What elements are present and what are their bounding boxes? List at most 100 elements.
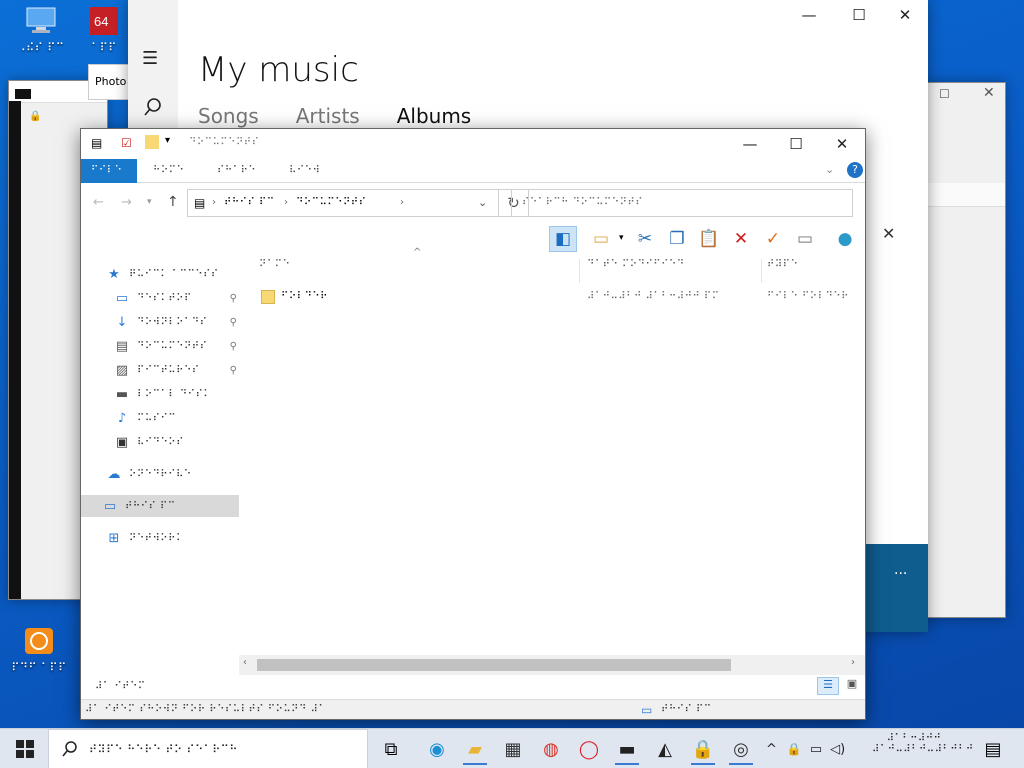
large-icons-view-icon[interactable]: ▣ bbox=[843, 677, 861, 695]
sidebar-item-videos[interactable]: ▣ ⠧⠊⠙⠑⠕⠎ bbox=[81, 431, 239, 453]
chevron-up-icon[interactable]: ^ bbox=[766, 742, 777, 757]
tab-songs[interactable]: Songs bbox=[198, 104, 259, 128]
sidebar-item-label: ⠞⠓⠊⠎ ⠏⠉ bbox=[125, 500, 176, 512]
close-button[interactable]: ✕ bbox=[882, 0, 928, 30]
task-view-icon[interactable]: ⧉ bbox=[374, 733, 408, 765]
cut-icon[interactable]: ✂ bbox=[631, 226, 659, 252]
sidebar-item-onedrive[interactable]: ☁ ⠕⠝⠑⠙⠗⠊⠧⠑ bbox=[81, 463, 239, 485]
pin-icon[interactable]: ⚲ bbox=[230, 317, 237, 328]
local-disk-icon: ▬ bbox=[115, 386, 129, 402]
minimize-button[interactable]: — bbox=[727, 129, 773, 159]
scroll-right-icon[interactable]: › bbox=[851, 657, 855, 668]
checkmark-icon[interactable]: ✓ bbox=[759, 226, 787, 252]
terminal-icon[interactable]: ▬ bbox=[610, 733, 644, 765]
folder-options-icon[interactable]: ▭ bbox=[587, 226, 615, 252]
file-explorer-icon[interactable]: ▰ bbox=[458, 733, 492, 765]
up-arrow-icon[interactable]: ↑ bbox=[167, 194, 179, 210]
sidebar-item-quick-access[interactable]: ★ ⠟⠥⠊⠉⠅ ⠁⠉⠉⠑⠎⠎ bbox=[81, 263, 239, 285]
chevron-down-icon[interactable]: ▾ bbox=[619, 233, 624, 243]
close-icon[interactable]: ✕ bbox=[983, 85, 995, 101]
maximize-button[interactable]: ☐ bbox=[773, 129, 819, 159]
clock[interactable]: ⠼⠁⠃⠒⠼⠚⠚ ⠼⠁⠚⠤⠼⠃⠚⠤⠼⠃⠚⠃⠚ bbox=[872, 733, 973, 755]
pictures-icon: ▨ bbox=[115, 362, 129, 378]
tab-view[interactable]: ⠧⠊⠑⠺ bbox=[279, 159, 330, 183]
more-button[interactable]: ··· bbox=[894, 566, 907, 582]
forward-arrow-icon[interactable]: → bbox=[121, 195, 132, 210]
rename-icon[interactable]: ▭ bbox=[791, 226, 819, 252]
desktop-icon: ▭ bbox=[115, 290, 129, 306]
pin-icon[interactable]: ⚲ bbox=[230, 341, 237, 352]
edge-icon[interactable]: ◉ bbox=[420, 733, 454, 765]
address-bar[interactable]: ▤ › ⠞⠓⠊⠎ ⠏⠉ › ⠙⠕⠉⠥⠍⠑⠝⠞⠎ › ⌄ bbox=[187, 189, 499, 217]
copy-icon[interactable]: ❐ bbox=[663, 226, 691, 252]
details-bar: ⠼⠁ ⠊⠞⠑⠍ ⠎⠓⠕⠺⠝ ⠋⠕⠗ ⠗⠑⠎⠥⠇⠞⠎ ⠋⠕⠥⠝⠙ ⠼⠁ ▭ ⠞⠓⠊… bbox=[81, 699, 865, 719]
table-row[interactable]: ⠋⠕⠇⠙⠑⠗ ⠼⠁⠚⠤⠼⠃⠚ ⠼⠁⠃⠒⠼⠚⠚ ⠏⠍ ⠋⠊⠇⠑ ⠋⠕⠇⠙⠑⠗ bbox=[239, 287, 865, 309]
hamburger-menu-icon[interactable]: ☰ bbox=[142, 48, 158, 69]
search-input[interactable]: ⠎⠑⠁⠗⠉⠓ ⠙⠕⠉⠥⠍⠑⠝⠞⠎ bbox=[511, 189, 853, 217]
chevron-down-icon[interactable]: ⌄ bbox=[825, 163, 834, 176]
chevron-down-icon[interactable]: ⌄ bbox=[478, 196, 487, 209]
documents-icon: ▤ bbox=[194, 196, 206, 210]
tab-home[interactable]: ⠓⠕⠍⠑ bbox=[143, 159, 194, 183]
desktop-icon-pdf[interactable]: ⠏⠙⠋ ⠁⠏⠏ bbox=[4, 626, 74, 674]
lock-app-icon[interactable]: 🔒 bbox=[686, 733, 720, 765]
sidebar-item-documents[interactable]: ▤ ⠙⠕⠉⠥⠍⠑⠝⠞⠎ ⚲ bbox=[81, 335, 239, 357]
maximize-icon[interactable]: ☐ bbox=[939, 87, 950, 101]
checkbox-icon[interactable]: ☑ bbox=[121, 136, 132, 150]
help-icon[interactable]: ? bbox=[847, 162, 863, 178]
column-header-name[interactable]: ⠝⠁⠍⠑ bbox=[259, 259, 290, 283]
paste-icon[interactable]: 📋 bbox=[695, 226, 723, 252]
volume-icon[interactable]: ◁) bbox=[830, 742, 845, 757]
tab-file[interactable]: ⠋⠊⠇⠑ bbox=[81, 159, 137, 183]
store-icon[interactable]: ▦ bbox=[496, 733, 530, 765]
breadcrumb-this-pc[interactable]: ⠞⠓⠊⠎ ⠏⠉ bbox=[224, 197, 275, 208]
start-button[interactable] bbox=[6, 733, 44, 765]
close-icon[interactable]: ✕ bbox=[882, 224, 895, 243]
lock-tray-icon[interactable]: 🔒 bbox=[787, 742, 802, 756]
close-button[interactable]: ✕ bbox=[819, 129, 865, 159]
sidebar-item-downloads[interactable]: ↓ ⠙⠕⠺⠝⠇⠕⠁⠙⠎ ⚲ bbox=[81, 311, 239, 333]
shell-icon[interactable]: ● bbox=[831, 226, 859, 252]
scrollbar-thumb[interactable] bbox=[257, 659, 731, 671]
breadcrumb-documents[interactable]: ⠙⠕⠉⠥⠍⠑⠝⠞⠎ bbox=[296, 197, 366, 208]
tab-artists[interactable]: Artists bbox=[296, 104, 360, 128]
chevron-down-icon[interactable]: ▾ bbox=[165, 135, 170, 146]
media-player-icon[interactable]: ◎ bbox=[724, 733, 758, 765]
column-header-date-modified[interactable]: ⠙⠁⠞⠑ ⠍⠕⠙⠊⠋⠊⠑⠙ bbox=[587, 259, 685, 283]
scroll-left-icon[interactable]: ‹ bbox=[243, 657, 247, 668]
delete-icon[interactable]: ✕ bbox=[727, 226, 755, 252]
chrome-icon[interactable]: ◍ bbox=[534, 733, 568, 765]
sidebar-item-music[interactable]: ♪ ⠍⠥⠎⠊⠉ bbox=[81, 407, 239, 429]
maximize-button[interactable]: ☐ bbox=[836, 0, 882, 30]
horizontal-scrollbar[interactable]: ‹ › bbox=[239, 655, 865, 675]
breadcrumb-separator-icon: › bbox=[284, 197, 288, 208]
sidebar-item-pictures[interactable]: ▨ ⠏⠊⠉⠞⠥⠗⠑⠎ ⚲ bbox=[81, 359, 239, 381]
tab-albums[interactable]: Albums bbox=[397, 104, 472, 128]
desktop-icon-this-pc[interactable]: ⠠⠮⠎ ⠏⠉ bbox=[6, 6, 76, 54]
opera-icon[interactable]: ◯ bbox=[572, 733, 606, 765]
pin-icon[interactable]: ⚲ bbox=[230, 365, 237, 376]
properties-icon[interactable]: ▤ bbox=[91, 136, 102, 150]
minimize-button[interactable]: — bbox=[786, 0, 832, 30]
new-folder-icon[interactable] bbox=[145, 135, 159, 149]
sidebar-item-local-disk[interactable]: ▬ ⠇⠕⠉⠁⠇ ⠙⠊⠎⠅ bbox=[81, 383, 239, 405]
notifications-icon[interactable]: ▤ bbox=[976, 733, 1010, 765]
details-view-icon[interactable]: ☰ bbox=[817, 677, 839, 695]
back-arrow-icon[interactable]: ← bbox=[93, 195, 104, 210]
background-window-right[interactable]: ☐ ✕ bbox=[926, 82, 1006, 618]
preview-pane-icon[interactable]: ◧ bbox=[549, 226, 577, 252]
desktop-icon-app-64[interactable]: 64 ⠁⠏⠏ bbox=[80, 6, 128, 54]
network-icon[interactable]: ▭ bbox=[810, 742, 822, 757]
recent-locations-icon[interactable]: ▾ bbox=[147, 197, 152, 207]
photo-window-tab[interactable]: Photo bbox=[88, 64, 130, 100]
file-explorer-window[interactable]: ▤ ☑ ▾ ⠙⠕⠉⠥⠍⠑⠝⠞⠎ — ☐ ✕ ⠋⠊⠇⠑ ⠓⠕⠍⠑ ⠎⠓⠁⠗⠑ ⠧⠊… bbox=[80, 128, 866, 720]
taskbar-search[interactable]: ⠞⠽⠏⠑ ⠓⠑⠗⠑ ⠞⠕ ⠎⠑⠁⠗⠉⠓ bbox=[48, 729, 368, 768]
pin-icon[interactable]: ⚲ bbox=[230, 293, 237, 304]
search-icon[interactable] bbox=[142, 96, 164, 118]
sidebar-item-network[interactable]: ⊞ ⠝⠑⠞⠺⠕⠗⠅ bbox=[81, 527, 239, 549]
sidebar-item-desktop[interactable]: ▭ ⠙⠑⠎⠅⠞⠕⠏ ⚲ bbox=[81, 287, 239, 309]
sidebar-item-this-pc[interactable]: ▭ ⠞⠓⠊⠎ ⠏⠉ bbox=[81, 495, 239, 517]
tab-share[interactable]: ⠎⠓⠁⠗⠑ bbox=[207, 159, 266, 183]
column-header-type[interactable]: ⠞⠽⠏⠑ bbox=[767, 259, 798, 283]
photos-icon[interactable]: ◭ bbox=[648, 733, 682, 765]
